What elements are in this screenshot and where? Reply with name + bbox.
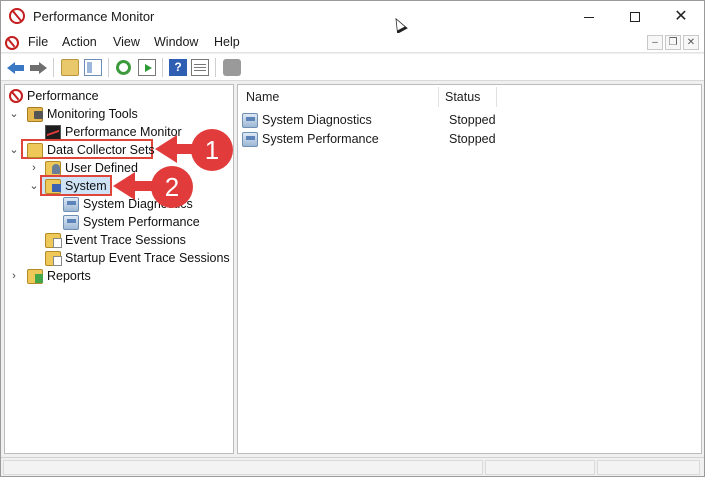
tree-label: Performance [27, 89, 99, 103]
export-list-icon[interactable] [138, 59, 156, 76]
status-bar [1, 457, 704, 476]
system-folder-icon [45, 178, 61, 194]
system-menu-icon[interactable] [5, 36, 19, 50]
list-item[interactable]: System Diagnostics Stopped [242, 111, 692, 129]
toolbar-separator [53, 58, 54, 77]
folder-up-icon[interactable] [61, 59, 79, 76]
toolbar: ? [1, 54, 704, 81]
column-header-status[interactable]: Status [445, 90, 480, 104]
tree-label: System [65, 179, 107, 193]
column-separator[interactable] [496, 87, 497, 107]
mdi-minimize-button[interactable]: – [647, 35, 663, 50]
tree-item-system-performance[interactable]: System Performance [63, 213, 200, 231]
tree-item-system[interactable]: System [45, 177, 107, 195]
chevron-right-icon[interactable]: › [29, 159, 39, 177]
list-item-status: Stopped [449, 113, 496, 127]
chevron-right-icon[interactable]: › [9, 267, 19, 285]
performance-monitor-window: Performance Monitor ✕ File Action View W… [0, 0, 705, 477]
mdi-restore-button[interactable]: ❐ [665, 35, 681, 50]
data-collector-sets-folder-icon [27, 142, 43, 158]
refresh-icon[interactable] [116, 60, 131, 75]
show-hide-tree-icon[interactable] [84, 59, 102, 76]
mdi-controls: – ❐ ✕ [647, 35, 699, 50]
menu-bar: File Action View Window Help – ❐ ✕ [1, 33, 704, 53]
tree-item-performance[interactable]: Performance [9, 87, 99, 105]
data-collector-set-icon [242, 131, 258, 147]
menu-help[interactable]: Help [214, 35, 240, 49]
column-header-name[interactable]: Name [246, 90, 279, 104]
user-defined-folder-icon [45, 160, 61, 176]
list-item-name: System Diagnostics [262, 113, 372, 127]
status-cell [3, 460, 483, 475]
chevron-down-icon[interactable]: ⌄ [29, 177, 39, 195]
minimize-button[interactable] [566, 1, 612, 33]
status-cell [597, 460, 700, 475]
forward-icon[interactable] [29, 59, 47, 76]
mdi-close-button[interactable]: ✕ [683, 35, 699, 50]
performance-monitor-icon [45, 124, 61, 140]
tree-label: System Performance [83, 215, 200, 229]
title-bar: Performance Monitor ✕ [1, 1, 704, 34]
tree-item-event-trace-sessions[interactable]: Event Trace Sessions [45, 231, 186, 249]
help-icon[interactable]: ? [169, 59, 187, 76]
minimize-icon [584, 16, 594, 18]
column-separator[interactable] [438, 87, 439, 107]
status-cell [485, 460, 595, 475]
menu-window[interactable]: Window [154, 35, 198, 49]
mouse-cursor-icon [390, 15, 408, 34]
maximize-icon [630, 12, 640, 22]
list-item-status: Stopped [449, 132, 496, 146]
close-button[interactable]: ✕ [658, 1, 704, 33]
chevron-down-icon[interactable]: ⌄ [9, 105, 19, 123]
list-item[interactable]: System Performance Stopped [242, 130, 692, 148]
callout-arrow-icon [155, 135, 177, 163]
tree-label: Data Collector Sets [47, 143, 155, 157]
action-icon [223, 59, 241, 76]
menu-view[interactable]: View [113, 35, 140, 49]
tree-item-data-collector-sets[interactable]: Data Collector Sets [27, 141, 155, 159]
startup-event-trace-folder-icon [45, 250, 62, 266]
callout-number-2: 2 [151, 166, 193, 208]
data-collector-set-icon [63, 214, 79, 230]
reports-folder-icon [27, 268, 43, 284]
callout-arrow-icon [113, 172, 135, 200]
tree-item-startup-event-trace-sessions[interactable]: Startup Event Trace Sessions [45, 249, 230, 267]
tree-label: Event Trace Sessions [65, 233, 186, 247]
tree-label: Reports [47, 269, 91, 283]
window-title: Performance Monitor [33, 9, 155, 24]
back-icon[interactable] [7, 59, 25, 76]
properties-icon[interactable] [191, 59, 209, 76]
detail-list-pane[interactable]: Name Status System Diagnostics Stopped S… [237, 84, 702, 454]
tree-label: Monitoring Tools [47, 107, 138, 121]
tree-item-monitoring-tools[interactable]: Monitoring Tools [27, 105, 138, 123]
data-collector-set-icon [242, 112, 258, 128]
callout-number-1: 1 [191, 129, 233, 171]
toolbar-separator [162, 58, 163, 77]
chevron-down-icon[interactable]: ⌄ [9, 141, 19, 159]
list-item-name: System Performance [262, 132, 379, 146]
toolbar-separator [108, 58, 109, 77]
monitoring-tools-folder-icon [27, 106, 43, 122]
menu-file[interactable]: File [28, 35, 48, 49]
menu-action[interactable]: Action [62, 35, 97, 49]
tree-item-reports[interactable]: Reports [27, 267, 91, 285]
tree-label: Startup Event Trace Sessions [65, 251, 230, 265]
close-icon: ✕ [674, 8, 688, 25]
toolbar-separator [215, 58, 216, 77]
performance-icon [9, 89, 23, 103]
data-collector-set-icon [63, 196, 79, 212]
maximize-button[interactable] [612, 1, 658, 33]
performance-monitor-app-icon [9, 8, 25, 24]
event-trace-folder-icon [45, 232, 62, 248]
